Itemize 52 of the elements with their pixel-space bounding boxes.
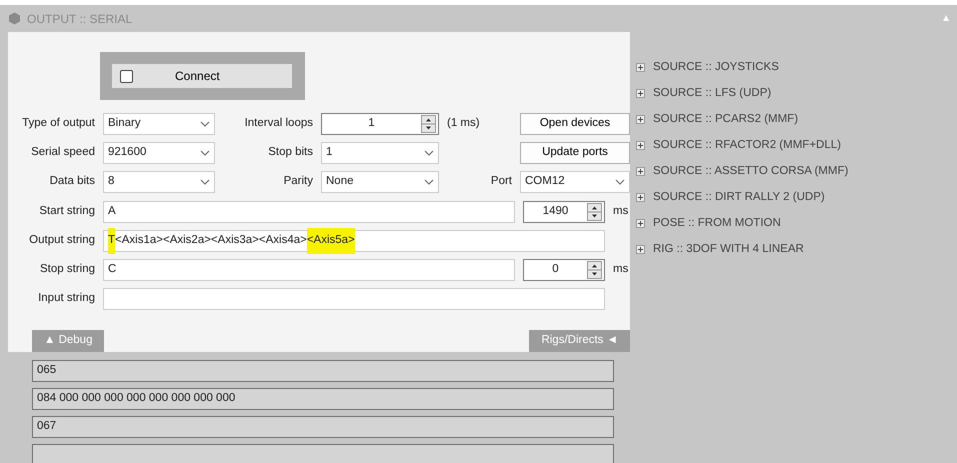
action-button[interactable]: Update ports — [520, 142, 630, 164]
text-field[interactable]: T<Axis1a><Axis2a><Axis3a><Axis4a><Axis5a> — [103, 230, 605, 252]
expand-icon[interactable] — [636, 193, 645, 202]
tree-item[interactable]: SOURCE :: LFS (UDP) — [636, 84, 848, 103]
field-label: Data bits — [48, 174, 95, 190]
field-label: Serial speed — [30, 145, 95, 160]
tree-item[interactable]: SOURCE :: DIRT RALLY 2 (UDP) — [636, 188, 848, 207]
dropdown[interactable]: 8 — [103, 171, 215, 193]
text-field[interactable]: C — [103, 259, 515, 281]
field-label: Stop string — [39, 262, 95, 278]
tree-item[interactable]: SOURCE :: RFACTOR2 (MMF+DLL) — [636, 136, 848, 155]
expand-icon[interactable] — [636, 219, 645, 228]
field-label: Interval loops — [244, 116, 313, 132]
spin-buttons-icon[interactable] — [587, 203, 602, 221]
connect-button[interactable]: Connect — [112, 64, 292, 88]
field-label: Input string — [37, 291, 95, 306]
text-field[interactable]: A — [103, 201, 515, 223]
spin-buttons-icon[interactable] — [587, 261, 602, 279]
spin-buttons-icon[interactable] — [421, 115, 436, 133]
dropdown[interactable]: Binary — [103, 113, 215, 135]
dropdown[interactable]: 921600 — [103, 142, 215, 164]
window-title: OUTPUT :: SERIAL — [27, 10, 132, 28]
unit-label: ms — [613, 204, 630, 220]
tree-item[interactable]: SOURCE :: JOYSTICKS — [636, 58, 848, 77]
expand-icon[interactable] — [636, 89, 645, 98]
checkbox[interactable] — [120, 70, 133, 82]
tree-item[interactable]: SOURCE :: PCARS2 (MMF) — [636, 110, 848, 129]
field-label: Port — [490, 174, 512, 190]
spin-field[interactable]: 1 — [321, 113, 439, 135]
dropdown[interactable]: COM12 — [520, 171, 630, 193]
expand-icon[interactable] — [636, 141, 645, 150]
tree-item[interactable]: SOURCE :: ASSETTO CORSA (MMF) — [636, 162, 848, 181]
text-field[interactable] — [103, 288, 605, 310]
dropdown[interactable]: 1 — [321, 142, 439, 164]
expand-icon[interactable] — [636, 115, 645, 124]
spin-field[interactable]: 1490 — [523, 201, 605, 223]
interval-text: (1 ms) — [447, 116, 481, 132]
field-label: Start string — [38, 204, 95, 220]
spin-field[interactable]: 0 — [523, 259, 605, 281]
field-label: Type of output — [21, 116, 95, 132]
tree-item[interactable]: POSE :: FROM MOTION — [636, 214, 848, 233]
field-label: Parity — [282, 174, 313, 190]
field-label: Stop bits — [267, 145, 313, 160]
action-button[interactable]: Open devices — [520, 113, 630, 135]
unit-label: ms — [613, 262, 630, 278]
hexagon-icon — [8, 12, 21, 25]
expand-icon[interactable] — [636, 63, 645, 72]
expand-icon[interactable] — [636, 245, 645, 254]
field-label: Output string — [28, 233, 95, 248]
dropdown[interactable]: None — [321, 171, 439, 193]
tree-item[interactable]: RIG :: 3DOF WITH 4 LINEAR — [636, 240, 848, 259]
expand-icon[interactable] — [636, 167, 645, 176]
